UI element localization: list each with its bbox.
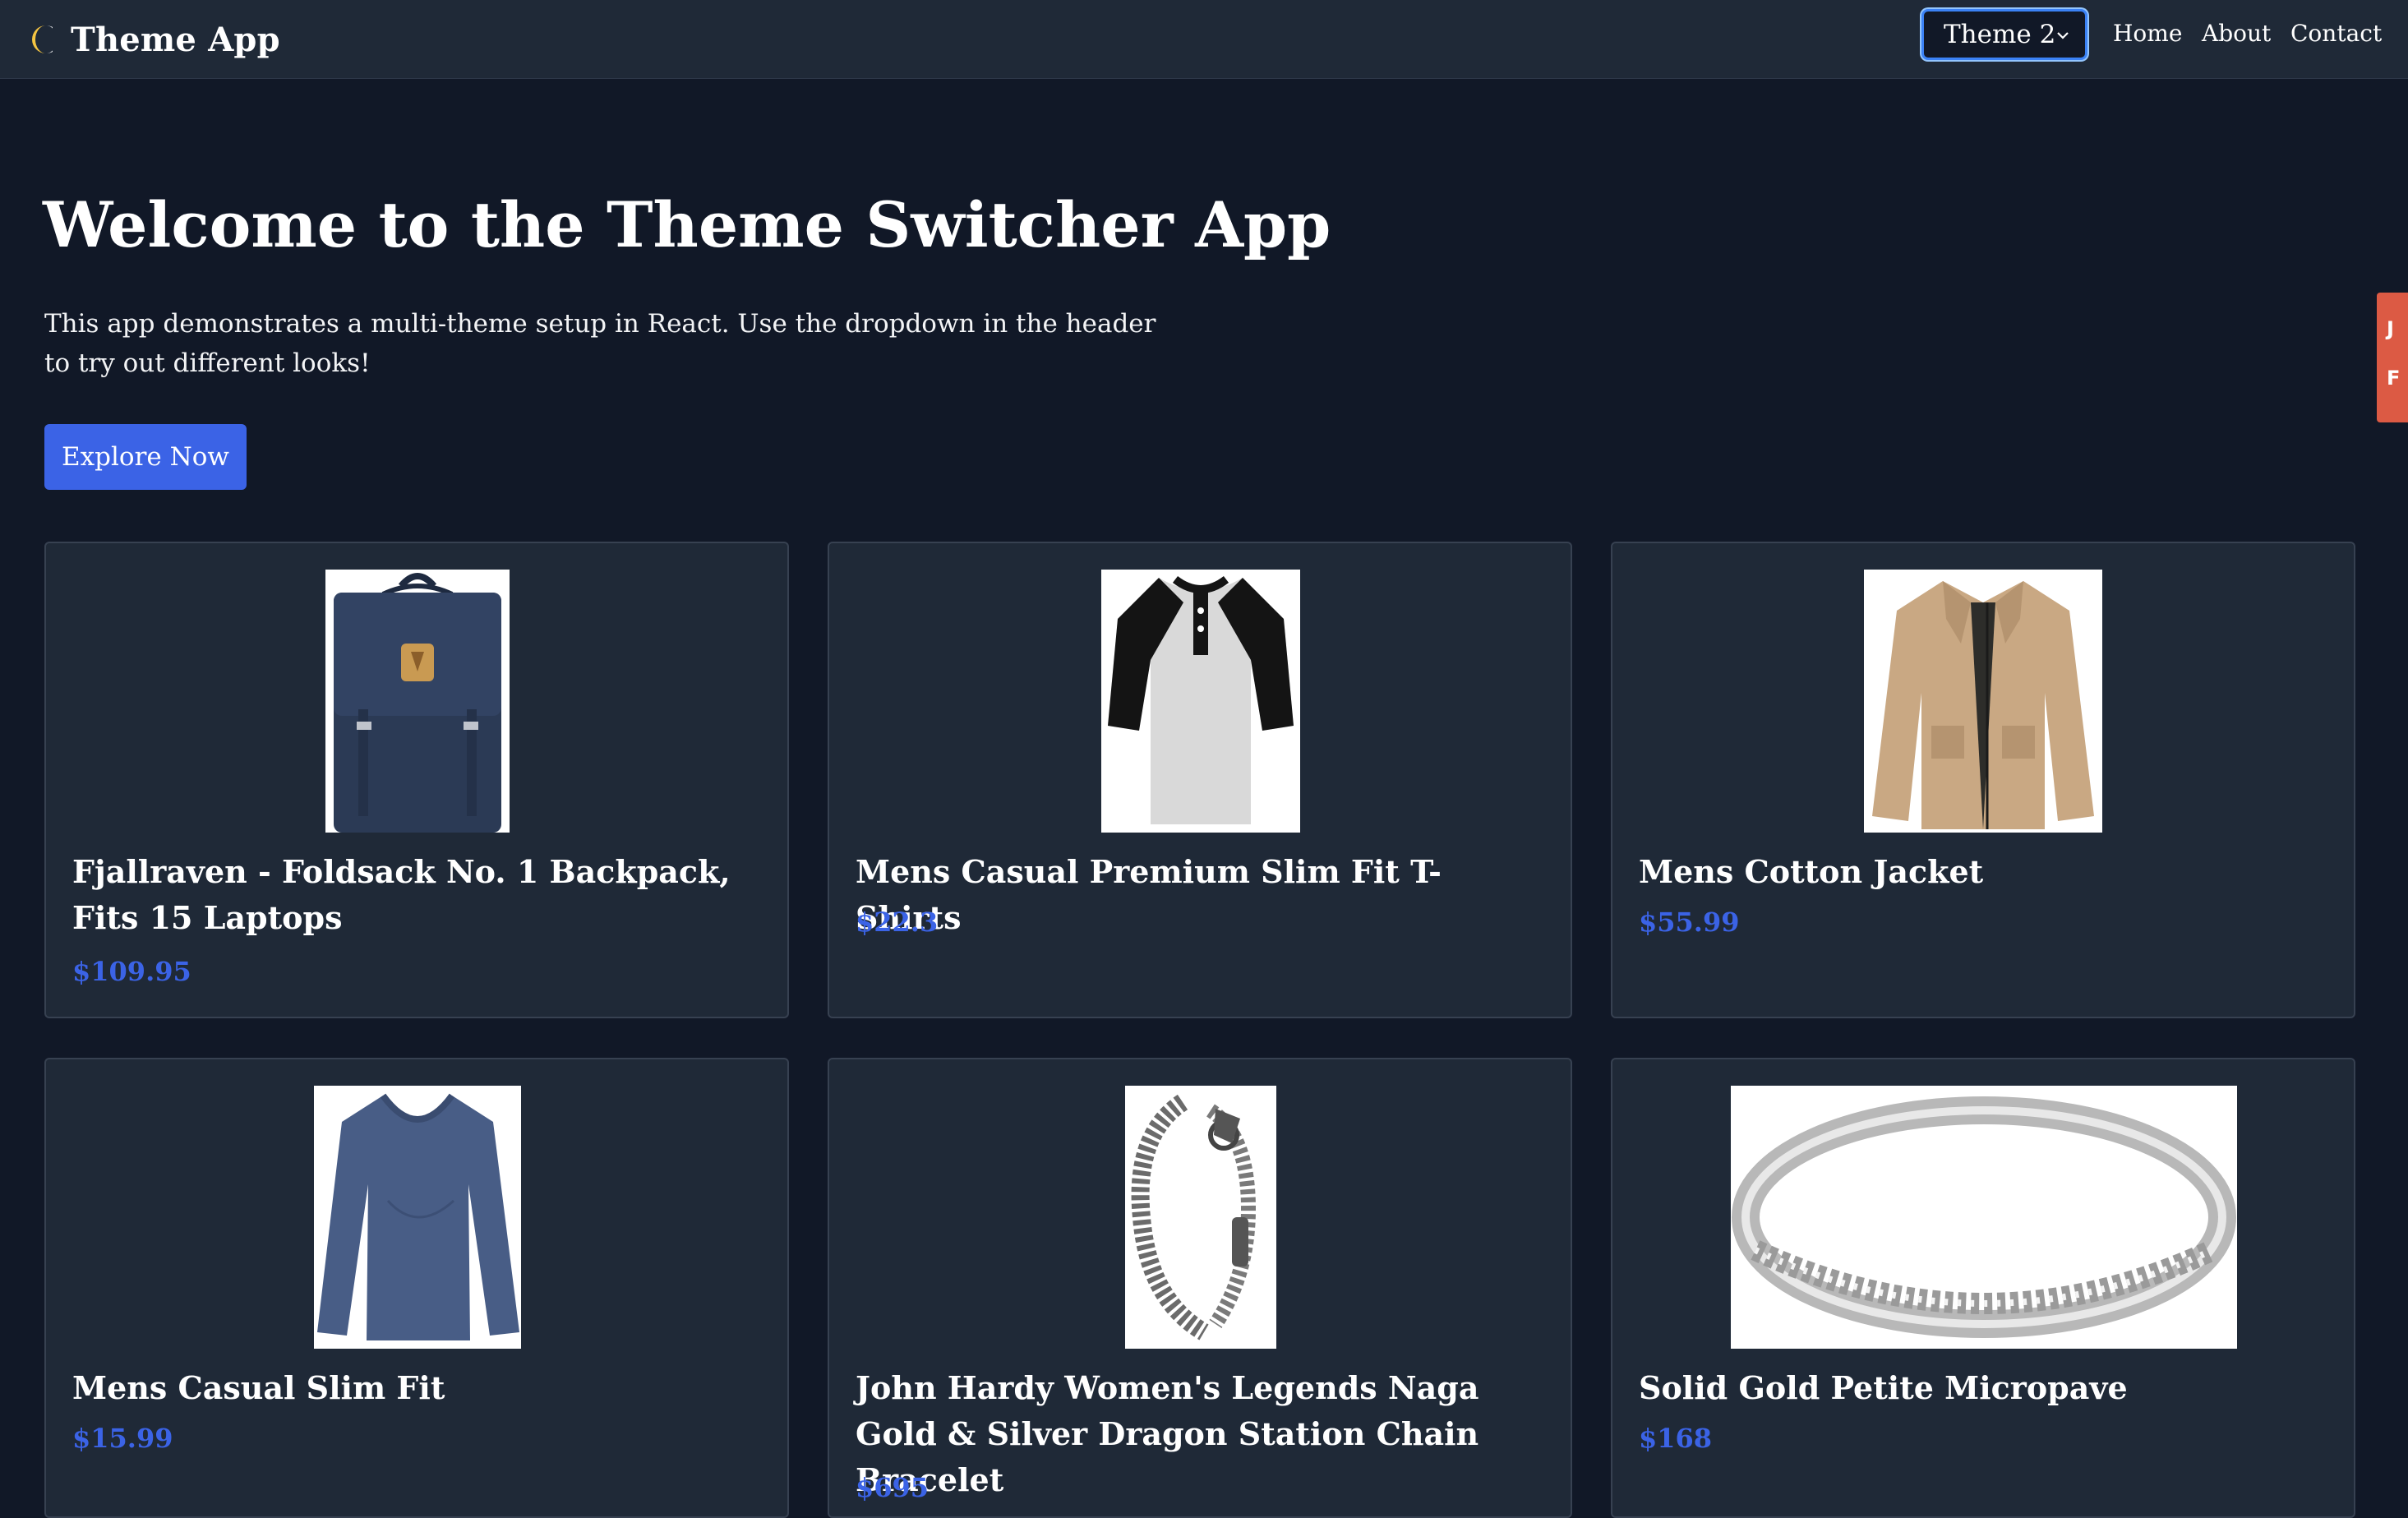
chevron-down-icon	[2055, 28, 2070, 43]
side-tab-letter: J	[2387, 317, 2394, 340]
theme-select-value: Theme 2	[1944, 20, 2056, 49]
product-card[interactable]: Solid Gold Petite Micropave $168	[1611, 1058, 2355, 1518]
product-price: $22.3	[856, 907, 939, 938]
product-title[interactable]: John Hardy Women's Legends Naga Gold & S…	[856, 1365, 1546, 1503]
product-card[interactable]: Fjallraven - Foldsack No. 1 Backpack, Fi…	[44, 542, 789, 1018]
product-price: $109.95	[72, 956, 191, 987]
hero-description: This app demonstrates a multi-theme setu…	[44, 309, 1156, 378]
moon-icon	[30, 24, 60, 55]
side-feedback-tab[interactable]: J F	[2377, 293, 2408, 422]
product-card[interactable]: Mens Cotton Jacket $55.99	[1611, 542, 2355, 1018]
product-image-jacket	[1864, 570, 2102, 833]
nav-contact-link[interactable]: Contact	[2290, 20, 2382, 47]
hero-title: Welcome to the Theme Switcher App	[43, 188, 1331, 261]
product-title[interactable]: Mens Casual Premium Slim Fit T-Shirts	[856, 849, 1546, 941]
product-title[interactable]: Solid Gold Petite Micropave	[1639, 1365, 2329, 1411]
side-tab-letter: F	[2387, 367, 2401, 390]
product-price: $55.99	[1639, 907, 1740, 938]
explore-now-button[interactable]: Explore Now	[44, 424, 247, 490]
product-image-backpack	[325, 570, 510, 833]
product-image-longsleeve-shirt	[314, 1086, 521, 1349]
product-title[interactable]: Mens Cotton Jacket	[1639, 849, 2329, 895]
app-header: Theme App Theme 2 Home About Contact	[0, 0, 2408, 79]
brand[interactable]: Theme App	[30, 15, 280, 64]
product-price: $695	[856, 1472, 930, 1503]
app-title: Theme App	[71, 20, 280, 59]
product-image-diamond-ring	[1731, 1086, 2237, 1349]
theme-select[interactable]: Theme 2	[1921, 9, 2087, 60]
product-price: $168	[1639, 1423, 1713, 1454]
product-price: $15.99	[72, 1423, 173, 1454]
product-image-raglan-tshirt	[1101, 570, 1300, 833]
product-card[interactable]: John Hardy Women's Legends Naga Gold & S…	[828, 1058, 1572, 1518]
product-title[interactable]: Fjallraven - Foldsack No. 1 Backpack, Fi…	[72, 849, 763, 941]
nav-home-link[interactable]: Home	[2113, 20, 2182, 47]
product-card[interactable]: Mens Casual Slim Fit $15.99	[44, 1058, 789, 1518]
nav-about-link[interactable]: About	[2202, 20, 2271, 47]
product-title[interactable]: Mens Casual Slim Fit	[72, 1365, 763, 1411]
product-card[interactable]: Mens Casual Premium Slim Fit T-Shirts $2…	[828, 542, 1572, 1018]
product-image-chain-bracelet	[1125, 1086, 1276, 1349]
